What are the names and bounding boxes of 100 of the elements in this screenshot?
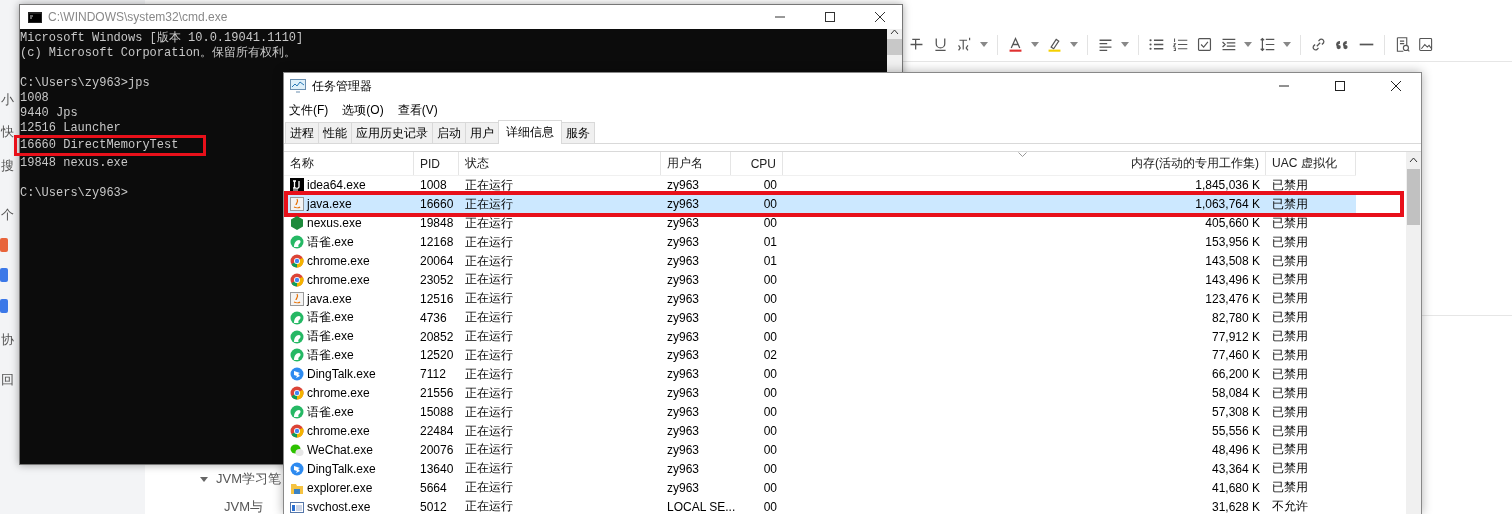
coffee-cup-icon <box>290 197 304 212</box>
table-cell: 已禁用 <box>1272 233 1308 251</box>
font-color-icon[interactable] <box>1007 36 1024 53</box>
menu-item[interactable]: 文件(F) <box>289 101 329 119</box>
table-row[interactable]: chrome.exe 20064 正在运行 zy963 01 143,508 K 已禁用 <box>284 251 1356 271</box>
table-cell: 12516 <box>420 291 454 306</box>
tab[interactable]: 进程 <box>285 122 319 143</box>
table-row[interactable]: nexus.exe 19848 正在运行 zy963 00 405,660 K 已禁用 <box>284 213 1356 233</box>
table-cell: 1,845,036 K <box>1195 178 1260 193</box>
sidebar-item[interactable]: 回 <box>1 372 14 387</box>
tab[interactable]: 详细信息 <box>498 120 562 144</box>
table-cell: zy963 <box>667 405 700 420</box>
table-cell: explorer.exe <box>307 480 373 495</box>
tree-item[interactable]: JVM与 <box>224 498 263 514</box>
maximize-icon[interactable] <box>1335 81 1345 91</box>
console-icon <box>28 11 42 23</box>
table-cell: 已禁用 <box>1272 403 1308 421</box>
table-cell: 已禁用 <box>1272 479 1308 497</box>
caret-icon[interactable] <box>1283 42 1291 47</box>
table-cell: zy963 <box>667 254 700 268</box>
table-cell: svchost.exe <box>307 499 371 514</box>
table-cell: 正在运行 <box>465 441 513 459</box>
line-spacing-icon[interactable] <box>1259 36 1276 53</box>
column-header[interactable]: UAC 虚拟化 <box>1272 155 1337 172</box>
table-cell: 4736 <box>420 310 447 325</box>
column-header[interactable]: 内存(活动的专用工作集) <box>1131 155 1259 172</box>
console-line: 19848 nexus.exe <box>20 156 129 170</box>
tab[interactable]: 服务 <box>561 122 595 143</box>
table-cell: 5012 <box>420 499 447 514</box>
underline-icon[interactable] <box>932 36 949 53</box>
scrollbar-thumb[interactable] <box>1407 169 1420 225</box>
table-cell: 语雀.exe <box>307 309 354 327</box>
column-header[interactable]: PID <box>420 156 440 171</box>
table-row[interactable]: chrome.exe 21556 正在运行 zy963 00 58,084 K 已禁用 <box>284 383 1356 403</box>
sidebar-item[interactable]: 协 <box>1 332 14 347</box>
menu-item[interactable]: 查看(V) <box>397 101 438 119</box>
table-cell: 00 <box>763 424 777 438</box>
sort-icon[interactable] <box>1018 152 1027 157</box>
table-cell: 语雀.exe <box>307 403 354 421</box>
close-icon[interactable] <box>875 12 885 22</box>
maximize-icon[interactable] <box>825 12 835 22</box>
scrollbar-thumb[interactable] <box>887 39 902 55</box>
table-row[interactable]: java.exe 12516 正在运行 zy963 00 123,476 K 已禁用 <box>284 289 1356 309</box>
sidebar-icon <box>0 268 8 282</box>
sidebar-item[interactable]: 个 <box>1 207 14 222</box>
caret-icon[interactable] <box>1070 42 1078 47</box>
tab[interactable]: 用户 <box>465 122 499 143</box>
numbered-list-icon[interactable] <box>1172 36 1189 53</box>
column-header[interactable]: 名称 <box>290 155 314 172</box>
tab[interactable]: 启动 <box>432 122 466 143</box>
table-cell: WeChat.exe <box>307 442 373 457</box>
table-row[interactable]: chrome.exe 22484 正在运行 zy963 00 55,556 K 已禁用 <box>284 421 1356 441</box>
table-cell: 12520 <box>420 348 454 363</box>
table-cell: chrome.exe <box>307 386 370 401</box>
table-cell: 66,200 K <box>1211 367 1260 382</box>
table-cell: chrome.exe <box>307 254 370 268</box>
table-cell: 43,364 K <box>1211 461 1260 476</box>
table-row[interactable]: idea64.exe 1008 正在运行 zy963 00 1,845,036 K 已禁用 <box>284 176 1356 195</box>
bullet-list-icon[interactable] <box>1148 36 1165 53</box>
caret-icon[interactable] <box>1031 42 1039 47</box>
checkbox-icon[interactable] <box>1196 36 1213 53</box>
caret-icon[interactable] <box>1244 42 1252 47</box>
image-icon[interactable] <box>1418 36 1435 53</box>
table-row[interactable]: explorer.exe 5664 正在运行 zy963 00 41,680 K 已禁用 <box>284 478 1356 498</box>
table-row[interactable]: 语雀.exe 12520 正在运行 zy963 02 77,460 K 已禁用 <box>284 346 1356 365</box>
table-row[interactable]: WeChat.exe 20076 正在运行 zy963 00 48,496 K 已禁用 <box>284 440 1356 460</box>
link-icon[interactable] <box>1310 36 1327 53</box>
highlighter-icon[interactable] <box>1046 36 1063 53</box>
column-header[interactable]: CPU <box>750 156 776 171</box>
sidebar-item[interactable]: 搜 <box>1 158 14 173</box>
table-cell: zy963 <box>667 197 700 212</box>
scroll-up-icon[interactable] <box>1409 157 1418 163</box>
scroll-up-icon[interactable] <box>890 29 899 35</box>
menu-item[interactable]: 选项(O) <box>342 101 384 119</box>
table-cell: 已禁用 <box>1272 441 1308 459</box>
table-row[interactable]: 语雀.exe 15088 正在运行 zy963 00 57,308 K 已禁用 <box>284 402 1356 422</box>
close-icon[interactable] <box>1391 81 1401 91</box>
caret-icon[interactable] <box>200 475 208 483</box>
document-search-icon[interactable] <box>1394 36 1411 53</box>
table-row[interactable]: chrome.exe 23052 正在运行 zy963 00 143,496 K 已禁用 <box>284 270 1356 290</box>
table-row[interactable]: 语雀.exe 4736 正在运行 zy963 00 82,780 K 已禁用 <box>284 308 1356 328</box>
table-row[interactable]: 语雀.exe 12168 正在运行 zy963 01 153,956 K 已禁用 <box>284 232 1356 252</box>
table-cell: 正在运行 <box>465 176 513 194</box>
column-header[interactable]: 用户名 <box>667 155 703 172</box>
table-row[interactable]: DingTalk.exe 7112 正在运行 zy963 00 66,200 K 已禁用 <box>284 364 1356 384</box>
sidebar-icon <box>0 238 8 252</box>
table-row[interactable]: svchost.exe 5012 正在运行 LOCAL SE... 00 31,628 K 不允许 <box>284 497 1356 514</box>
caret-icon[interactable] <box>1121 42 1129 47</box>
strikethrough-icon[interactable] <box>908 36 925 53</box>
tab[interactable]: 应用历史记录 <box>351 122 433 143</box>
table-row[interactable]: 语雀.exe 20852 正在运行 zy963 00 77,912 K 已禁用 <box>284 327 1356 346</box>
tab[interactable]: 性能 <box>318 122 352 143</box>
caret-icon[interactable] <box>980 42 988 47</box>
sidebar-item[interactable]: 小 <box>1 92 14 107</box>
indent-icon[interactable] <box>1220 36 1237 53</box>
table-row[interactable]: DingTalk.exe 13640 正在运行 zy963 00 43,364 K 已禁用 <box>284 459 1356 479</box>
text-size-icon[interactable] <box>956 36 973 53</box>
column-header[interactable]: 状态 <box>465 155 489 172</box>
tree-item[interactable]: JVM学习笔 <box>216 470 281 488</box>
sidebar-item[interactable]: 快 <box>1 124 14 139</box>
